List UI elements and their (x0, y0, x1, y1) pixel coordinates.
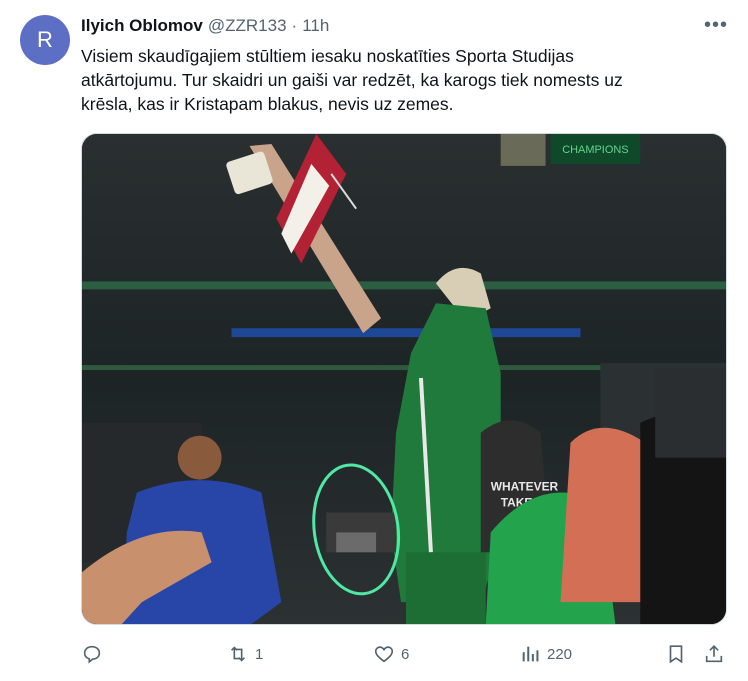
like-button[interactable]: 6 (373, 640, 409, 668)
jumbotron-text: CHAMPIONS (562, 144, 628, 156)
arena-photo: CHAMPIONS WHATEVER TAKES (82, 134, 726, 624)
tweet-timestamp[interactable]: 11h (302, 16, 329, 36)
reply-icon (83, 645, 101, 664)
shirt-text-1: WHATEVER (491, 480, 559, 494)
author-avatar[interactable]: R (20, 15, 70, 65)
views-count: 220 (547, 645, 573, 663)
tweet-header: Ilyich Oblomov @ZZR133 · 11h (81, 16, 329, 36)
tweet: R Ilyich Oblomov @ZZR133 · 11h ••• Visie… (0, 0, 748, 681)
heart-icon (374, 646, 394, 663)
share-button[interactable] (703, 640, 725, 668)
bookmark-button[interactable] (665, 640, 687, 668)
tweet-text-line: krēsla, kas ir Kristapam blakus, nevis u… (81, 94, 454, 114)
views-button[interactable]: 220 (519, 640, 572, 668)
retweet-count: 1 (255, 645, 264, 663)
author-display-name[interactable]: Ilyich Oblomov (81, 16, 203, 36)
retweet-button[interactable]: 1 (227, 640, 263, 668)
share-icon (705, 645, 723, 663)
reply-button[interactable] (81, 640, 103, 668)
tweet-text-line: atkārtojumu. Tur skaidri un gaiši var re… (81, 70, 623, 90)
more-options-icon[interactable]: ••• (704, 14, 728, 37)
author-handle[interactable]: @ZZR133 (208, 16, 287, 36)
tweet-text: Visiem skaudīgajiem stūltiem iesaku nosk… (81, 44, 721, 116)
separator-dot: · (291, 16, 298, 35)
tweet-media-photo[interactable]: CHAMPIONS WHATEVER TAKES (81, 133, 727, 625)
avatar-letter: R (37, 27, 53, 52)
tweet-actions-bar: 1 6 220 (81, 640, 727, 668)
views-bar-chart-icon (522, 646, 539, 662)
retweet-icon (230, 646, 246, 662)
like-count: 6 (401, 645, 410, 663)
tweet-text-line: Visiem skaudīgajiem stūltiem iesaku nosk… (81, 46, 574, 66)
bookmark-icon (669, 645, 683, 664)
